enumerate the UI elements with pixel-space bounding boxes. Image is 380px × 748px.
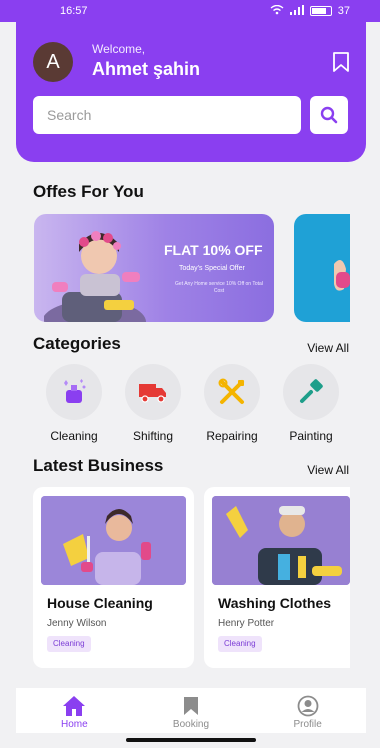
nav-label: Booking	[172, 719, 210, 730]
bookmark-icon	[183, 697, 198, 715]
profile-icon	[297, 695, 319, 717]
nav-profile[interactable]: Profile	[268, 688, 348, 733]
category-cleaning[interactable]: Cleaning	[39, 364, 109, 443]
welcome-text: Welcome,	[92, 42, 146, 56]
latest-business-view-all-link[interactable]: View All	[307, 463, 349, 477]
bottom-navigation: Home Booking Profile	[16, 688, 366, 733]
home-icon	[63, 696, 86, 716]
latest-business-title: Latest Business	[33, 456, 164, 475]
business-person: Henry Potter	[218, 618, 275, 629]
offer-card-next[interactable]	[294, 214, 350, 322]
business-title: Washing Clothes	[218, 595, 332, 611]
offer-illustration	[44, 231, 146, 322]
business-card[interactable]: Washing Clothes Henry Potter Cleaning	[204, 487, 350, 668]
search-input[interactable]	[33, 96, 301, 134]
home-indicator	[126, 738, 256, 742]
offer-headline: FLAT 10% OFF	[164, 242, 263, 258]
nav-booking[interactable]: Booking	[151, 688, 231, 733]
wifi-icon	[270, 4, 284, 18]
status-time: 16:57	[60, 5, 88, 17]
search-button[interactable]	[310, 96, 348, 134]
business-person: Jenny Wilson	[47, 618, 107, 629]
tools-icon	[218, 378, 244, 404]
header: A Welcome, Ahmet şahin	[16, 0, 366, 162]
avatar[interactable]: A	[33, 42, 73, 82]
cleaning-icon	[64, 379, 86, 403]
search-icon	[320, 106, 338, 124]
nav-label: Home	[60, 719, 88, 730]
category-label: Painting	[289, 429, 333, 443]
status-bar: 16:57 37	[0, 0, 380, 22]
battery-icon	[309, 6, 332, 16]
user-name: Ahmet şahin	[92, 59, 201, 79]
offers-title: Offes For You	[33, 182, 144, 201]
category-painting[interactable]: Painting	[276, 364, 346, 443]
business-image	[212, 496, 350, 585]
truck-icon	[139, 384, 166, 403]
bookmark-icon	[333, 52, 349, 72]
offer-subtitle: Today's Special Offer	[179, 265, 245, 272]
category-label: Cleaning	[50, 429, 98, 443]
categories-title: Categories	[33, 334, 121, 353]
business-tag: Cleaning	[218, 636, 262, 652]
category-label: Repairing	[206, 429, 258, 443]
bookmark-button[interactable]	[332, 52, 350, 72]
category-label: Shifting	[132, 429, 174, 443]
business-tag: Cleaning	[47, 636, 91, 652]
business-title: House Cleaning	[47, 595, 153, 611]
offer-details: Get Any Home service 10% Off on Total Co…	[175, 281, 263, 294]
battery-level: 37	[337, 5, 350, 17]
business-image	[41, 496, 186, 585]
nav-home[interactable]: Home	[34, 688, 114, 733]
signal-icon	[289, 4, 304, 18]
business-card[interactable]: House Cleaning Jenny Wilson Cleaning	[33, 487, 194, 668]
nav-label: Profile	[293, 719, 322, 730]
offer-illustration-next	[334, 260, 350, 291]
offer-card[interactable]: FLAT 10% OFF Today's Special Offer Get A…	[34, 214, 274, 322]
paint-brush-icon	[300, 379, 323, 403]
category-repairing[interactable]: Repairing	[197, 364, 267, 443]
category-shifting[interactable]: Shifting	[118, 364, 188, 443]
categories-view-all-link[interactable]: View All	[307, 341, 349, 355]
